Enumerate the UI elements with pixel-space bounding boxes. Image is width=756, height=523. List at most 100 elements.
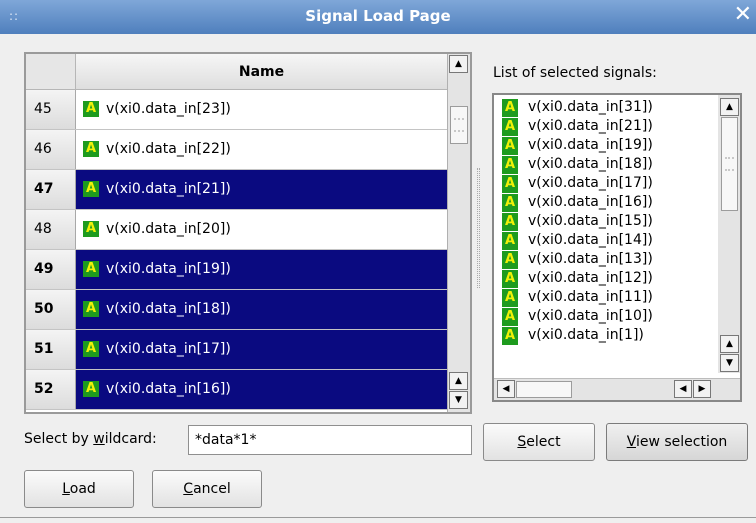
analog-signal-icon: A [502, 175, 518, 193]
table-row[interactable]: 51 Av(xi0.data_in[17]) [26, 330, 447, 370]
list-item-label: v(xi0.data_in[18]) [528, 156, 653, 172]
list-item[interactable]: Av(xi0.data_in[31]) [498, 98, 718, 117]
list-vertical-scrollbar[interactable]: ▲ ▲ ▼ [718, 95, 740, 373]
table-corner-header [26, 54, 76, 90]
list-item[interactable]: Av(xi0.data_in[14]) [498, 231, 718, 250]
scrollbar-thumb[interactable] [450, 106, 468, 144]
close-icon[interactable]: ✕ [734, 4, 752, 26]
row-number[interactable]: 52 [26, 370, 76, 409]
list-item[interactable]: Av(xi0.data_in[21]) [498, 117, 718, 136]
list-item-label: v(xi0.data_in[17]) [528, 175, 653, 191]
list-scrollbar-thumb[interactable] [721, 117, 738, 211]
wildcard-input[interactable] [188, 425, 472, 455]
analog-signal-icon: A [502, 194, 518, 212]
signal-name: v(xi0.data_in[21]) [106, 181, 231, 197]
table-rows: 45 Av(xi0.data_in[23]) 46 Av(xi0.data_in[22… [26, 90, 447, 410]
list-item[interactable]: Av(xi0.data_in[15]) [498, 212, 718, 231]
list-item-label: v(xi0.data_in[31]) [528, 99, 653, 115]
row-number[interactable]: 45 [26, 90, 76, 129]
signal-table[interactable]: Name 45 Av(xi0.data_in[23]) 46 Av(xi0.data_… [24, 52, 472, 414]
cancel-button[interactable]: Cancel [152, 470, 262, 508]
load-button[interactable]: Load [24, 470, 134, 508]
scroll-left-icon[interactable]: ◀ [497, 380, 515, 398]
analog-signal-icon: A [502, 251, 518, 269]
table-row[interactable]: 52 Av(xi0.data_in[16]) [26, 370, 447, 410]
signal-name-cell[interactable]: Av(xi0.data_in[18]) [76, 290, 447, 329]
table-row[interactable]: 45 Av(xi0.data_in[23]) [26, 90, 447, 130]
analog-signal-icon: A [502, 99, 518, 117]
window-title: Signal Load Page [305, 7, 451, 25]
row-number[interactable]: 46 [26, 130, 76, 169]
analog-signal-icon: A [502, 289, 518, 307]
wildcard-label: Select by wildcard: [24, 431, 157, 447]
signal-name-cell[interactable]: Av(xi0.data_in[17]) [76, 330, 447, 369]
view-selection-button[interactable]: View selection [606, 423, 748, 461]
signal-name: v(xi0.data_in[19]) [106, 261, 231, 277]
analog-signal-icon: A [502, 213, 518, 231]
table-row[interactable]: 47 Av(xi0.data_in[21]) [26, 170, 447, 210]
row-number[interactable]: 48 [26, 210, 76, 249]
scroll-left-icon[interactable]: ◀ [674, 380, 692, 398]
analog-signal-icon: A [502, 137, 518, 155]
selected-signals-label: List of selected signals: [493, 65, 657, 81]
selected-signals-list[interactable]: Av(xi0.data_in[31]) Av(xi0.data_in[21]) Av… [492, 93, 742, 402]
select-button[interactable]: Select [483, 423, 595, 461]
list-item-label: v(xi0.data_in[11]) [528, 289, 653, 305]
list-item[interactable]: Av(xi0.data_in[17]) [498, 174, 718, 193]
analog-signal-icon: A [83, 101, 99, 117]
list-item[interactable]: Av(xi0.data_in[16]) [498, 193, 718, 212]
list-horizontal-scrollbar[interactable]: ◀ ◀ ▶ [494, 378, 740, 400]
signal-name-cell[interactable]: Av(xi0.data_in[21]) [76, 170, 447, 209]
signal-name-cell[interactable]: Av(xi0.data_in[22]) [76, 130, 447, 169]
scroll-right-icon[interactable]: ▶ [693, 380, 711, 398]
row-number[interactable]: 49 [26, 250, 76, 289]
list-hscroll-thumb[interactable] [516, 381, 572, 398]
signal-name: v(xi0.data_in[17]) [106, 341, 231, 357]
scroll-down-icon[interactable]: ▼ [449, 391, 468, 409]
name-column-header[interactable]: Name [76, 54, 447, 90]
analog-signal-icon: A [502, 156, 518, 174]
scroll-down-icon[interactable]: ▼ [720, 354, 739, 372]
signal-name: v(xi0.data_in[22]) [106, 141, 231, 157]
list-item-label: v(xi0.data_in[13]) [528, 251, 653, 267]
scroll-up-icon[interactable]: ▲ [449, 55, 468, 73]
table-row[interactable]: 50 Av(xi0.data_in[18]) [26, 290, 447, 330]
list-item-label: v(xi0.data_in[15]) [528, 213, 653, 229]
table-row[interactable]: 49 Av(xi0.data_in[19]) [26, 250, 447, 290]
list-item[interactable]: Av(xi0.data_in[10]) [498, 307, 718, 326]
list-item-label: v(xi0.data_in[10]) [528, 308, 653, 324]
table-vertical-scrollbar[interactable]: ▲ ▲ ▼ [447, 54, 470, 412]
analog-signal-icon: A [83, 141, 99, 157]
scroll-up-icon[interactable]: ▲ [720, 335, 739, 353]
pane-splitter[interactable] [477, 168, 480, 288]
list-item[interactable]: Av(xi0.data_in[19]) [498, 136, 718, 155]
list-item-label: v(xi0.data_in[19]) [528, 137, 653, 153]
table-row[interactable]: 46 Av(xi0.data_in[22]) [26, 130, 447, 170]
analog-signal-icon: A [502, 327, 518, 345]
signal-name-cell[interactable]: Av(xi0.data_in[23]) [76, 90, 447, 129]
analog-signal-icon: A [83, 221, 99, 237]
row-number[interactable]: 50 [26, 290, 76, 329]
scroll-up-icon[interactable]: ▲ [720, 98, 739, 116]
row-number[interactable]: 51 [26, 330, 76, 369]
signal-name-cell[interactable]: Av(xi0.data_in[20]) [76, 210, 447, 249]
signal-name-cell[interactable]: Av(xi0.data_in[19]) [76, 250, 447, 289]
list-item[interactable]: Av(xi0.data_in[18]) [498, 155, 718, 174]
list-item[interactable]: Av(xi0.data_in[11]) [498, 288, 718, 307]
analog-signal-icon: A [502, 308, 518, 326]
table-row[interactable]: 48 Av(xi0.data_in[20]) [26, 210, 447, 250]
analog-signal-icon: A [502, 270, 518, 288]
row-number[interactable]: 47 [26, 170, 76, 209]
list-item-label: v(xi0.data_in[12]) [528, 270, 653, 286]
list-item[interactable]: Av(xi0.data_in[12]) [498, 269, 718, 288]
list-item[interactable]: Av(xi0.data_in[1]) [498, 326, 718, 345]
selected-list-items: Av(xi0.data_in[31]) Av(xi0.data_in[21]) Av… [498, 98, 718, 345]
title-bar[interactable]: :: Signal Load Page ✕ [0, 0, 756, 34]
analog-signal-icon: A [83, 301, 99, 317]
list-item[interactable]: Av(xi0.data_in[13]) [498, 250, 718, 269]
scroll-up-icon[interactable]: ▲ [449, 372, 468, 390]
signal-name: v(xi0.data_in[16]) [106, 381, 231, 397]
signal-name-cell[interactable]: Av(xi0.data_in[16]) [76, 370, 447, 409]
signal-name: v(xi0.data_in[18]) [106, 301, 231, 317]
signal-name: v(xi0.data_in[20]) [106, 221, 231, 237]
